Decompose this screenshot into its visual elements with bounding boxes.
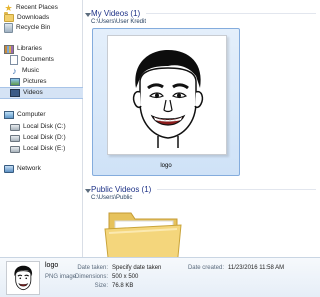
nav-pictures[interactable]: Pictures	[0, 77, 91, 87]
size-value: 76.8 KB	[112, 283, 134, 289]
nav-network[interactable]: Network	[0, 164, 85, 174]
nav-label: Recent Places	[16, 4, 58, 11]
computer-icon	[4, 111, 14, 119]
hard-disk-icon	[10, 134, 20, 142]
nav-videos[interactable]: Videos	[0, 87, 92, 99]
details-thumbnail	[6, 261, 40, 295]
nav-downloads[interactable]: Downloads	[0, 12, 85, 23]
content-pane: My Videos (1) C:\Users\User Kredit logo …	[83, 0, 320, 257]
thumbnail	[107, 35, 227, 155]
nav-label: Local Disk (D:)	[23, 134, 66, 141]
nav-drive-d[interactable]: Local Disk (D:)	[0, 133, 91, 143]
nav-label: Documents	[21, 56, 54, 63]
nav-recycle-bin[interactable]: Recycle Bin	[0, 23, 85, 33]
nav-label: Local Disk (C:)	[23, 123, 66, 130]
folder-icon	[4, 12, 14, 22]
nav-libraries[interactable]: Libraries	[0, 44, 85, 54]
nav-label: Music	[22, 67, 39, 74]
dimensions-value: 500 x 500	[112, 274, 139, 280]
star-icon: ★	[4, 3, 13, 13]
group-divider	[146, 13, 316, 14]
hard-disk-icon	[10, 123, 20, 131]
group-header-public-videos[interactable]: Public Videos (1)	[91, 185, 316, 194]
group-header-my-videos[interactable]: My Videos (1)	[91, 9, 316, 18]
nav-label: Downloads	[17, 14, 50, 21]
folder-tile-public[interactable]	[103, 207, 183, 257]
size-label: Size:	[94, 283, 108, 289]
file-tile-logo[interactable]: logo	[92, 28, 240, 176]
nav-music[interactable]: ♪ Music	[0, 66, 91, 76]
hard-disk-icon	[10, 145, 20, 153]
nav-label: Recycle Bin	[16, 24, 51, 31]
nav-label: Libraries	[17, 45, 42, 52]
nav-label: Pictures	[23, 78, 47, 85]
group-path: C:\Users\User Kredit	[91, 19, 147, 25]
group-divider	[157, 189, 316, 190]
dimensions-label: Dimensions:	[74, 274, 108, 280]
network-icon	[4, 165, 14, 173]
nav-drive-c[interactable]: Local Disk (C:)	[0, 122, 91, 132]
navigation-pane: ★ Recent Places Downloads Recycle Bin Li…	[0, 0, 92, 257]
group-title: Public Videos (1)	[91, 185, 152, 194]
nav-documents[interactable]: Documents	[0, 55, 91, 65]
music-icon: ♪	[12, 66, 17, 76]
details-file-type: PNG image	[45, 274, 77, 280]
date-created-value: 11/23/2016 11:58 AM	[228, 265, 285, 271]
libraries-icon	[4, 44, 14, 54]
recycle-bin-icon	[4, 23, 13, 33]
nav-label: Videos	[23, 89, 43, 96]
nav-label: Computer	[17, 111, 46, 118]
face-cartoon-image	[132, 50, 204, 148]
nav-computer[interactable]: Computer	[0, 110, 85, 120]
videos-icon	[10, 89, 20, 97]
date-taken-value[interactable]: Specify date taken	[112, 265, 161, 271]
date-taken-label: Date taken:	[77, 265, 108, 271]
file-label: logo	[160, 163, 172, 169]
nav-label: Network	[17, 165, 41, 172]
details-pane: logo PNG image Date taken: Specify date …	[0, 257, 320, 297]
group-path: C:\Users\Public	[91, 195, 133, 201]
date-created-label: Date created:	[187, 265, 224, 271]
nav-label: Local Disk (E:)	[23, 145, 66, 152]
face-cartoon-image	[14, 265, 33, 291]
group-title: My Videos (1)	[91, 9, 141, 18]
documents-icon	[10, 55, 18, 65]
nav-drive-e[interactable]: Local Disk (E:)	[0, 144, 91, 154]
details-file-name: logo	[45, 262, 59, 269]
folder-icon	[104, 212, 182, 257]
nav-recent-places[interactable]: ★ Recent Places	[0, 3, 85, 13]
pictures-icon	[10, 78, 20, 86]
